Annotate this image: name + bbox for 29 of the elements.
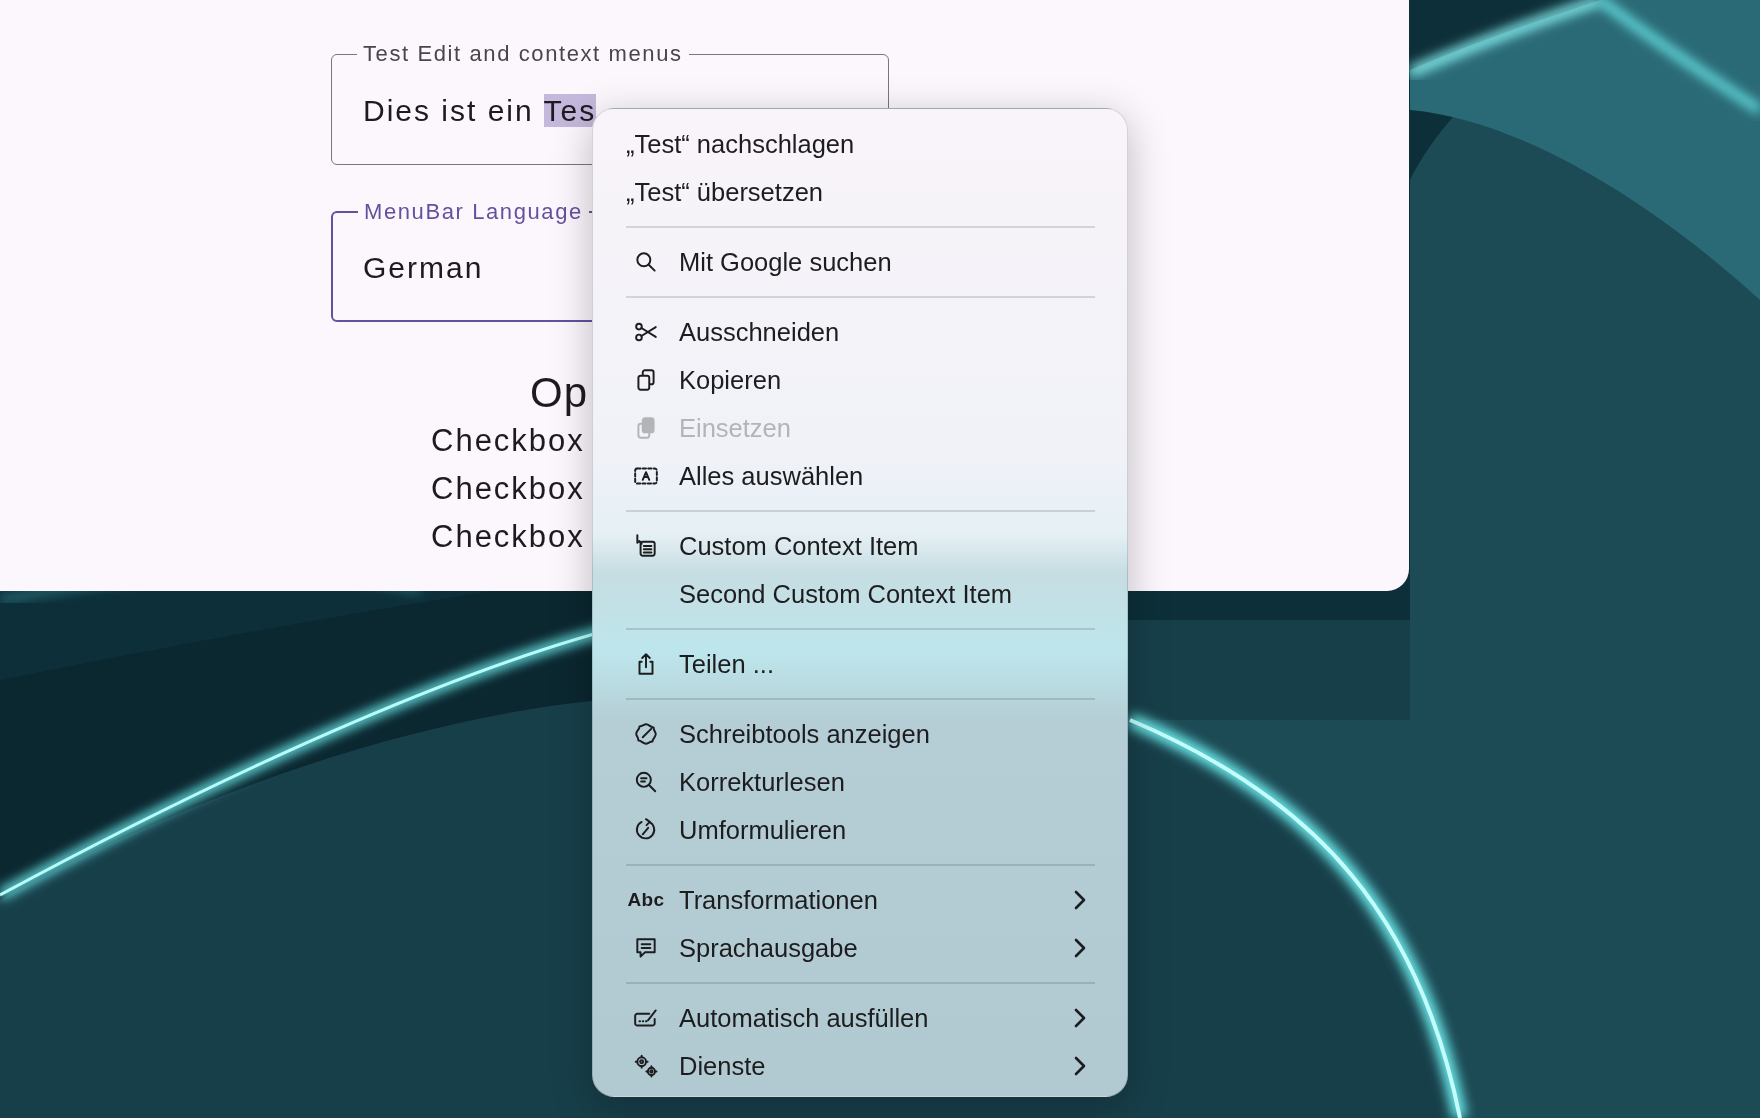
selected-text: Tes <box>543 94 597 127</box>
speech-bubble-icon <box>633 935 659 961</box>
menu-item[interactable]: Dienste <box>601 1042 1119 1090</box>
field-value: Dies ist ein <box>363 94 535 127</box>
checkbox-label[interactable]: Checkbox <box>431 519 585 554</box>
menu-item[interactable]: Korrekturlesen <box>601 758 1119 806</box>
menu-item[interactable]: Second Custom Context Item <box>601 570 1119 618</box>
menu-item[interactable]: Ausschneiden <box>601 308 1119 356</box>
checkbox-label[interactable]: Checkbox <box>431 471 585 506</box>
field-label: Test Edit and context menus <box>362 41 684 67</box>
menu-item[interactable]: Umformulieren <box>601 806 1119 854</box>
magnifier-lines-icon <box>633 769 659 795</box>
menu-item[interactable]: Teilen ... <box>601 640 1119 688</box>
abc-icon: Abc <box>627 885 665 915</box>
menu-item[interactable]: Schreibtools anzeigen <box>601 710 1119 758</box>
checkbox-label[interactable]: Checkbox <box>431 423 585 458</box>
menu-item[interactable]: Custom Context Item <box>601 522 1119 570</box>
menu-item[interactable]: Mit Google suchen <box>601 238 1119 286</box>
menu-item[interactable]: „Test“ übersetzen <box>601 168 1119 216</box>
menu-item[interactable]: Kopieren <box>601 356 1119 404</box>
menu-item[interactable]: Alles auswählen <box>601 452 1119 500</box>
menu-item[interactable]: Sprachausgabe <box>601 924 1119 972</box>
search-icon <box>633 249 659 275</box>
menu-item[interactable]: Automatisch ausfüllen <box>601 994 1119 1042</box>
field-label: MenuBar Language <box>363 199 584 225</box>
field-value: German <box>363 251 484 284</box>
cursor-list-icon <box>633 533 659 559</box>
menu-item[interactable]: Abc Transformationen <box>601 876 1119 924</box>
section-heading: Op <box>530 369 589 416</box>
